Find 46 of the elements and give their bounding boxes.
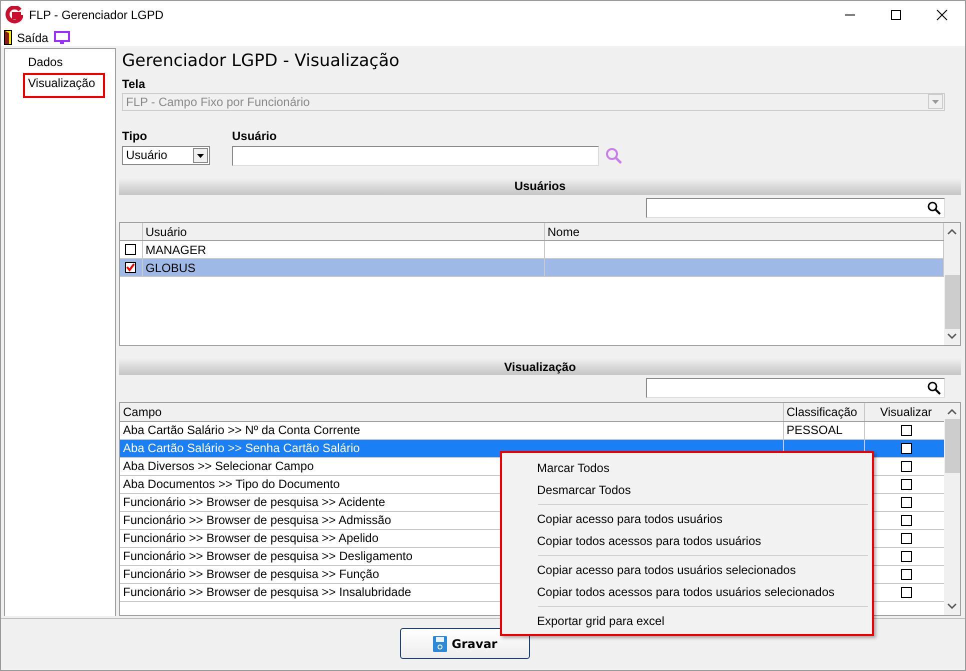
checkbox[interactable]	[900, 586, 912, 598]
filter-field[interactable]	[646, 198, 945, 218]
column-header[interactable]: Campo	[120, 403, 783, 422]
checkbox[interactable]	[900, 568, 912, 580]
table-cell: Aba Cartão Salário >> Nº da Conta Corrente	[120, 421, 783, 440]
column-header[interactable]: Usuário	[142, 222, 544, 241]
table-cell: PESSOAL	[783, 421, 864, 440]
checkbox[interactable]	[900, 550, 912, 562]
table-row[interactable]: GLOBUS	[120, 258, 944, 277]
close-icon[interactable]	[936, 9, 948, 21]
scrollbar-thumb[interactable]	[944, 419, 960, 474]
table-row[interactable]: Aba Cartão Salário >> Nº da Conta Corrente PESSOAL	[120, 421, 944, 440]
maximize-icon[interactable]	[890, 9, 902, 21]
type-dropdown[interactable]: Usuário	[122, 146, 210, 165]
search-icon[interactable]	[927, 200, 941, 215]
checkbox[interactable]	[900, 478, 912, 490]
field-label: Tipo	[122, 128, 148, 143]
tree-item[interactable]: Dados	[23, 52, 69, 73]
tree-item[interactable]: Visualização	[23, 73, 106, 98]
scrollbar-thumb[interactable]	[944, 274, 960, 330]
filter-field[interactable]	[646, 378, 945, 398]
checkbox[interactable]	[900, 460, 912, 472]
window-title: FLP - Gerenciador LGPD	[29, 8, 164, 22]
checkbox[interactable]	[900, 514, 912, 526]
exit-button[interactable]: Saída	[4, 30, 48, 45]
field-label: Tela	[122, 77, 146, 92]
page-title: Gerenciador LGPD - Visualização	[122, 50, 400, 73]
table-cell: GLOBUS	[142, 258, 544, 277]
door-icon	[4, 30, 12, 45]
checkbox[interactable]	[900, 424, 912, 436]
column-header[interactable]: Nome	[544, 222, 944, 241]
monitor-icon[interactable]	[54, 30, 70, 44]
field-label: Usuário	[232, 128, 278, 143]
section-title: Visualização	[504, 360, 576, 374]
checkbox[interactable]	[125, 244, 136, 256]
search-icon[interactable]	[927, 381, 941, 396]
column-header[interactable]: Classificação	[783, 403, 864, 422]
checkbox[interactable]	[900, 496, 912, 508]
app-logo-icon	[5, 6, 23, 24]
column-header[interactable]: Visualizar	[864, 403, 944, 422]
save-button[interactable]: Gravar	[400, 628, 530, 659]
checkbox[interactable]	[900, 442, 912, 454]
user-input-field[interactable]	[232, 146, 599, 166]
section-title: Usuários	[514, 179, 566, 194]
checked-checkbox[interactable]	[125, 262, 136, 274]
checkbox[interactable]	[900, 532, 912, 544]
